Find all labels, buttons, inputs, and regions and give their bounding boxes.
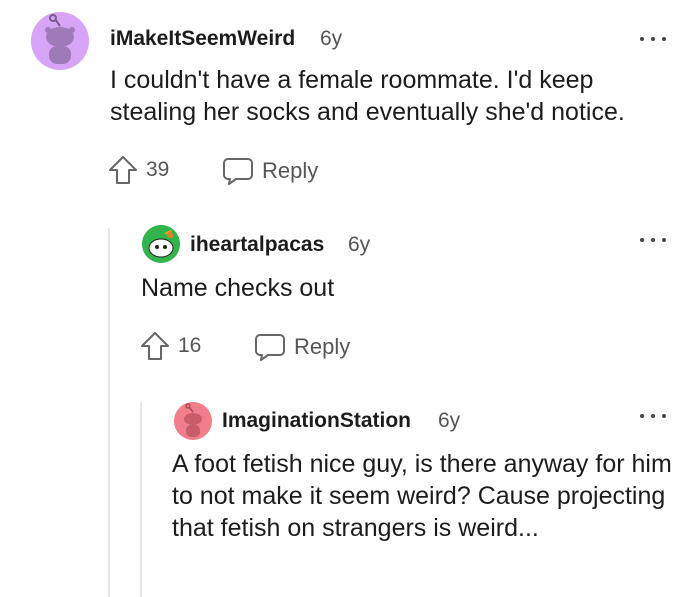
more-options-button[interactable] <box>640 234 666 246</box>
comment-age: 6y <box>438 409 461 432</box>
dot-icon <box>640 414 644 418</box>
vote-count: 39 <box>146 158 170 181</box>
upvote-arrow-icon <box>109 156 137 184</box>
username[interactable]: ImaginationStation <box>222 409 411 433</box>
comment-body: A foot fetish nice guy, is there anyway … <box>172 450 672 542</box>
upvote-button[interactable]: 16 <box>140 331 201 361</box>
snoo-avatar-icon <box>142 225 180 263</box>
comment-age: 6y <box>348 233 371 256</box>
reply-label: Reply <box>294 334 351 359</box>
username[interactable]: iheartalpacas <box>190 233 324 257</box>
dot-icon <box>640 37 644 41</box>
reply-label: Reply <box>262 158 319 183</box>
upvote-arrow-icon <box>141 332 169 360</box>
more-options-button[interactable] <box>640 33 666 45</box>
speech-bubble-icon <box>223 158 253 185</box>
comment-body: Name checks out <box>141 274 335 302</box>
snoo-avatar-icon <box>174 402 212 440</box>
speech-bubble-icon <box>255 334 285 361</box>
avatar[interactable] <box>142 225 180 263</box>
more-options-button[interactable] <box>640 410 666 422</box>
dot-icon <box>651 414 655 418</box>
comment-age: 6y <box>320 27 343 50</box>
avatar[interactable] <box>174 402 212 440</box>
upvote-button[interactable]: 39 <box>108 155 169 185</box>
username[interactable]: iMakeItSeemWeird <box>110 27 295 51</box>
snoo-avatar-icon <box>31 12 89 70</box>
vote-count: 16 <box>178 334 202 357</box>
dot-icon <box>662 238 666 242</box>
dot-icon <box>662 414 666 418</box>
dot-icon <box>640 238 644 242</box>
thread-line-level-1[interactable] <box>108 228 110 597</box>
reply-button[interactable]: Reply <box>222 156 318 186</box>
dot-icon <box>651 37 655 41</box>
comment-body: I couldn't have a female roommate. I'd k… <box>110 66 625 126</box>
dot-icon <box>662 37 666 41</box>
avatar[interactable] <box>31 12 89 70</box>
reply-button[interactable]: Reply <box>254 332 350 362</box>
dot-icon <box>651 238 655 242</box>
thread-line-level-2[interactable] <box>140 402 142 597</box>
